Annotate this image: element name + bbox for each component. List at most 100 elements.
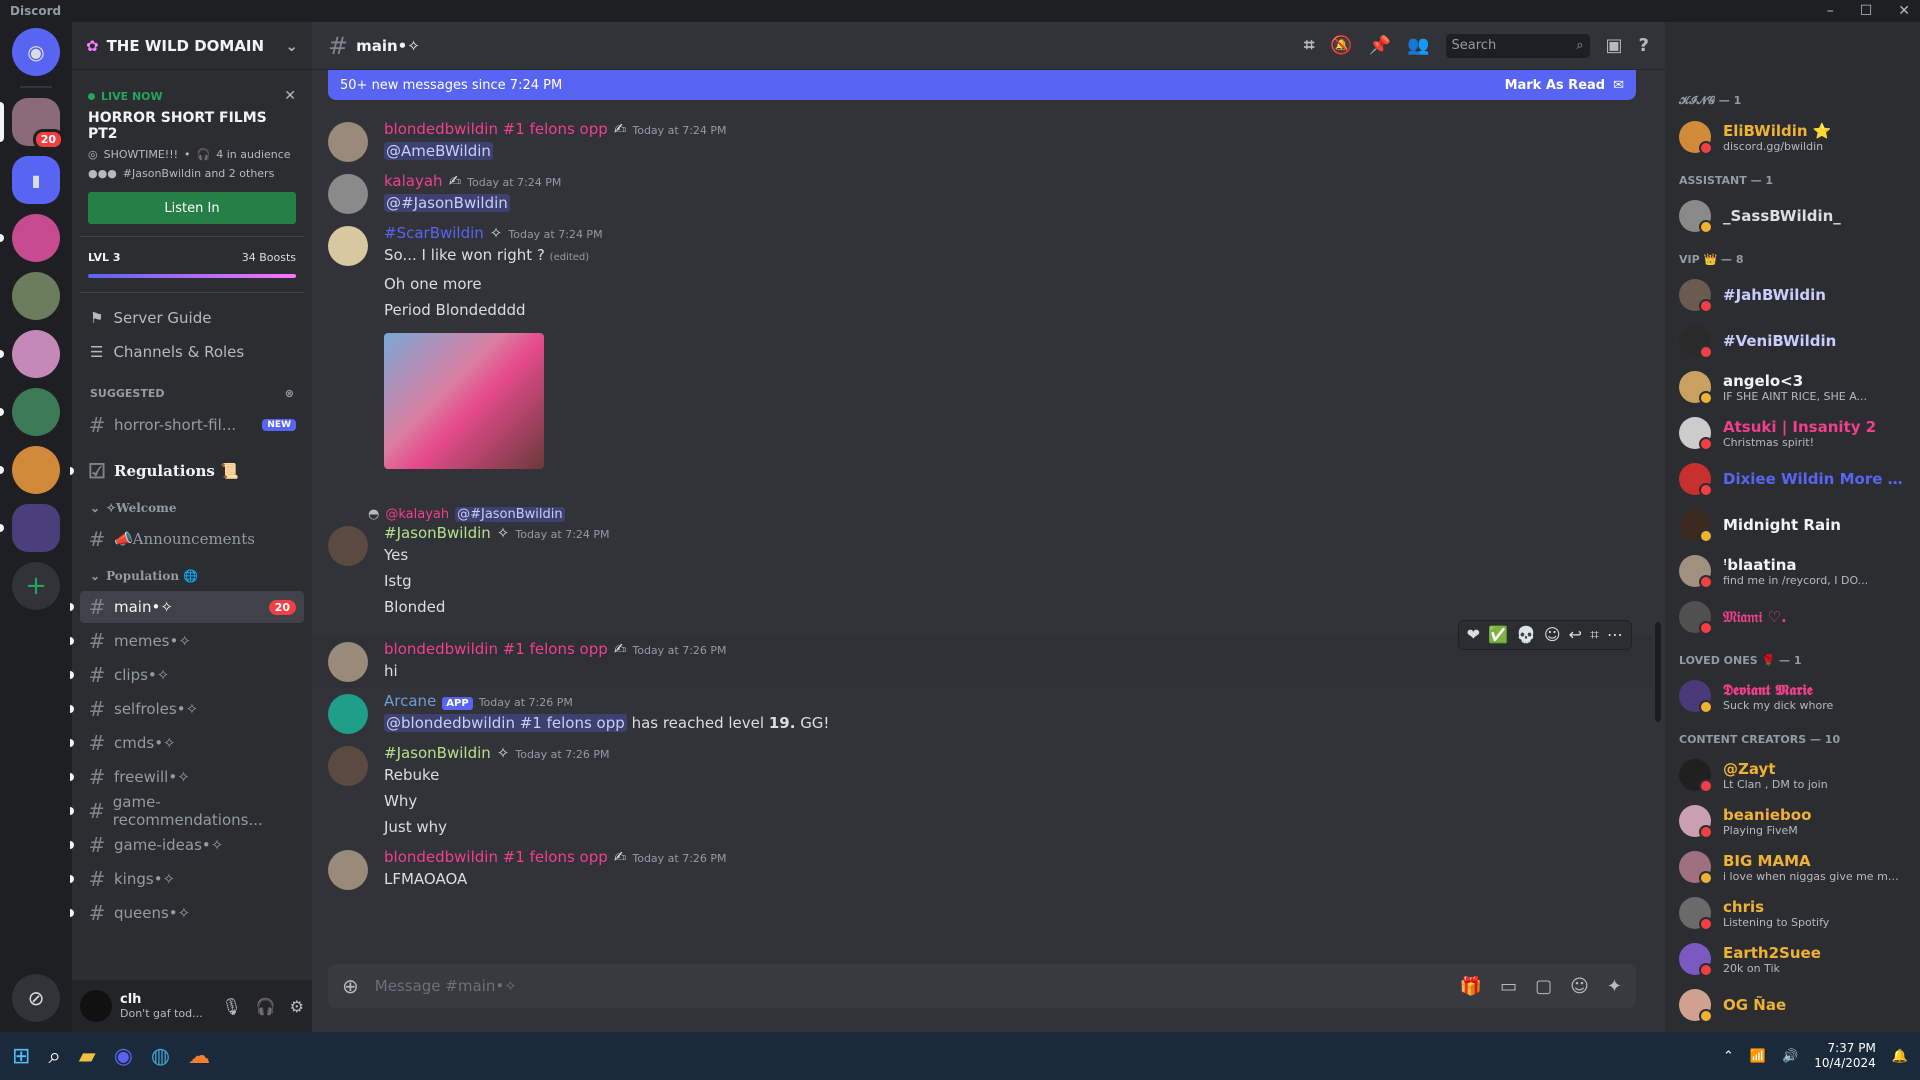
channel-item[interactable]: # queens•✧	[70, 897, 304, 929]
member-item[interactable]: Dixiee Wildin More ...	[1679, 456, 1912, 502]
message-author[interactable]: blondedbwildin #1 felons opp	[384, 120, 608, 138]
member-item[interactable]: _SassBWildin_	[1679, 193, 1912, 239]
new-messages-bar[interactable]: 50+ new messages since 7:24 PM Mark As R…	[328, 70, 1636, 100]
edge-icon[interactable]: ◍	[151, 1044, 170, 1069]
message-author[interactable]: blondedbwildin #1 felons opp	[384, 640, 608, 658]
member-item[interactable]: #JahBWildin	[1679, 272, 1912, 318]
avatar[interactable]	[328, 746, 368, 786]
avatar[interactable]	[328, 226, 368, 266]
channel-regulations[interactable]: ☑ Regulations 📜	[70, 455, 304, 487]
boost-progress[interactable]: LVL 3 34 Boosts	[80, 237, 304, 293]
microphone-icon[interactable]: 🎙	[221, 997, 241, 1016]
message-author[interactable]: #JasonBwildin	[384, 744, 491, 762]
server-icon-5[interactable]	[0, 388, 60, 436]
message-author[interactable]: #ScarBwildin	[384, 224, 484, 242]
channel-item[interactable]: # kings•✧	[70, 863, 304, 895]
gift-icon[interactable]: 🎁	[1460, 976, 1482, 997]
category-population[interactable]: ⌄ Population 🌐	[72, 563, 312, 589]
channel-item[interactable]: # selfroles•✧	[70, 693, 304, 725]
guild-header[interactable]: ✿ THE WILD DOMAIN ⌄	[72, 22, 312, 70]
add-attachment-icon[interactable]: ⊕	[342, 974, 359, 998]
heart-reaction-icon[interactable]: ❤	[1467, 625, 1480, 645]
add-reaction-icon[interactable]: ☺	[1544, 625, 1561, 645]
member-item[interactable]: #VeniBWildin	[1679, 318, 1912, 364]
reply-icon[interactable]: ↩	[1569, 625, 1582, 645]
thread-icon[interactable]: ⌗	[1590, 625, 1599, 645]
message[interactable]: #JasonBwildin ✧ Today at 7:26 PM Rebuke Wh…	[312, 740, 1652, 844]
channel-announcements[interactable]: # 📣Announcements	[80, 523, 304, 555]
server-icon-2[interactable]	[0, 214, 60, 262]
channel-item[interactable]: # game-ideas•✧	[70, 829, 304, 861]
server-icon-wild-domain[interactable]: 20	[0, 98, 64, 150]
members-icon[interactable]: 👥	[1407, 35, 1429, 56]
message-author[interactable]: kalayah	[384, 172, 443, 190]
server-icon-4[interactable]	[0, 330, 60, 378]
message[interactable]: #JasonBwildin ✧ Today at 7:24 PM Yes Istg …	[312, 520, 1652, 624]
member-item[interactable]: Atsuki | Insanity 2 Christmas spirit!	[1679, 410, 1912, 456]
channel-item[interactable]: # freewill•✧	[70, 761, 304, 793]
avatar[interactable]	[328, 122, 368, 162]
server-icon-6[interactable]	[0, 446, 60, 494]
listen-in-button[interactable]: Listen In	[88, 192, 296, 224]
clock[interactable]: 7:37 PM 10/4/2024	[1814, 1041, 1876, 1071]
member-item[interactable]: @Zayt Lt Clan , DM to join	[1679, 752, 1912, 798]
skull-reaction-icon[interactable]: 💀	[1516, 625, 1536, 645]
message[interactable]: ❤ ✅ 💀 ☺ ↩ ⌗ ⋯ blondedbwildin #1 felons opp ✍ Tod…	[312, 620, 1652, 688]
threads-icon[interactable]: ⌗	[1304, 35, 1314, 56]
message[interactable]: Arcane APP Today at 7:26 PM @blondedbwildi…	[312, 688, 1652, 740]
maximize-icon[interactable]: ☐	[1860, 3, 1873, 19]
headphones-icon[interactable]: 🎧	[256, 997, 276, 1016]
mention[interactable]: @#JasonBwildin	[384, 194, 510, 212]
mute-bell-icon[interactable]: 🔕	[1330, 35, 1352, 56]
mention[interactable]: @AmeBWildin	[384, 142, 493, 160]
member-item[interactable]: 𝔐𝔦𝔞𝔪𝔦 ♡.	[1679, 594, 1912, 640]
close-icon[interactable]: ✕	[1898, 3, 1910, 19]
file-explorer-icon[interactable]: ▰	[79, 1044, 96, 1069]
member-item[interactable]: Earth2Suee 20k on Tik	[1679, 936, 1912, 982]
member-item[interactable]: Midnight Rain	[1679, 502, 1912, 548]
member-item[interactable]: EliBWildin ⭐ discord.gg/bwildin	[1679, 114, 1912, 160]
discover-icon[interactable]: ⊘	[12, 974, 60, 1022]
channel-item[interactable]: # memes•✧	[70, 625, 304, 657]
avatar[interactable]	[80, 990, 112, 1022]
mark-as-read-button[interactable]: Mark As Read ✉	[1505, 78, 1624, 93]
suggested-channel[interactable]: # horror-short-fil... NEW	[80, 409, 304, 441]
message-author[interactable]: Arcane	[384, 692, 436, 710]
wifi-icon[interactable]: 📶	[1750, 1049, 1766, 1064]
member-item[interactable]: ꜝblaatina find me in /reycord, I DO...	[1679, 548, 1912, 594]
message-composer[interactable]: ⊕ Message #main•✧ 🎁 ▭ ▢ ☺ ✦	[328, 964, 1636, 1008]
dismiss-icon[interactable]: ⊗	[285, 387, 294, 400]
category-welcome[interactable]: ⌄ ✧Welcome	[72, 495, 312, 521]
discord-home-icon[interactable]: ◉	[12, 28, 60, 76]
message-author[interactable]: #JasonBwildin	[384, 524, 491, 542]
apps-icon[interactable]: ✦	[1607, 976, 1622, 997]
avatar[interactable]	[328, 526, 368, 566]
member-item[interactable]: 𝕯𝖊𝖛𝖎𝖆𝖓𝖙 𝕸𝖆𝖗𝖎𝖊 Suck my dick whore	[1679, 673, 1912, 719]
message-input[interactable]: Message #main•✧	[375, 977, 517, 995]
avatar[interactable]	[328, 174, 368, 214]
member-item[interactable]: beanieboo Playing FiveM	[1679, 798, 1912, 844]
pin-icon[interactable]: 📌	[1369, 35, 1391, 56]
help-icon[interactable]: ?	[1639, 35, 1649, 56]
add-server-icon[interactable]: +	[12, 562, 60, 610]
message[interactable]: blondedbwildin #1 felons opp ✍ Today at 7:…	[312, 844, 1652, 896]
chevron-up-icon[interactable]: ⌃	[1723, 1049, 1734, 1064]
sticker-icon[interactable]: ▢	[1535, 976, 1552, 997]
inbox-icon[interactable]: ▣	[1606, 35, 1623, 56]
channel-item[interactable]: # clips•✧	[70, 659, 304, 691]
volume-icon[interactable]: 🔊	[1782, 1049, 1798, 1064]
search-icon[interactable]: ⌕	[48, 1044, 60, 1069]
server-folder-icon[interactable]	[0, 504, 60, 552]
cloud-app-icon[interactable]: ☁	[188, 1044, 210, 1069]
avatar[interactable]	[328, 694, 368, 734]
gif-icon[interactable]: ▭	[1500, 976, 1517, 997]
member-item[interactable]: chris Listening to Spotify	[1679, 890, 1912, 936]
member-item[interactable]: OG Ñae	[1679, 982, 1912, 1028]
notification-bell-icon[interactable]: 🔔	[1892, 1049, 1908, 1064]
channel-main[interactable]: # main•✧ 20	[70, 591, 304, 623]
start-icon[interactable]: ⊞	[12, 1044, 30, 1069]
check-reaction-icon[interactable]: ✅	[1488, 625, 1508, 645]
scrollbar[interactable]	[1655, 622, 1661, 722]
mention[interactable]: @blondedbwildin #1 felons opp	[384, 714, 627, 732]
channel-item[interactable]: # cmds•✧	[70, 727, 304, 759]
